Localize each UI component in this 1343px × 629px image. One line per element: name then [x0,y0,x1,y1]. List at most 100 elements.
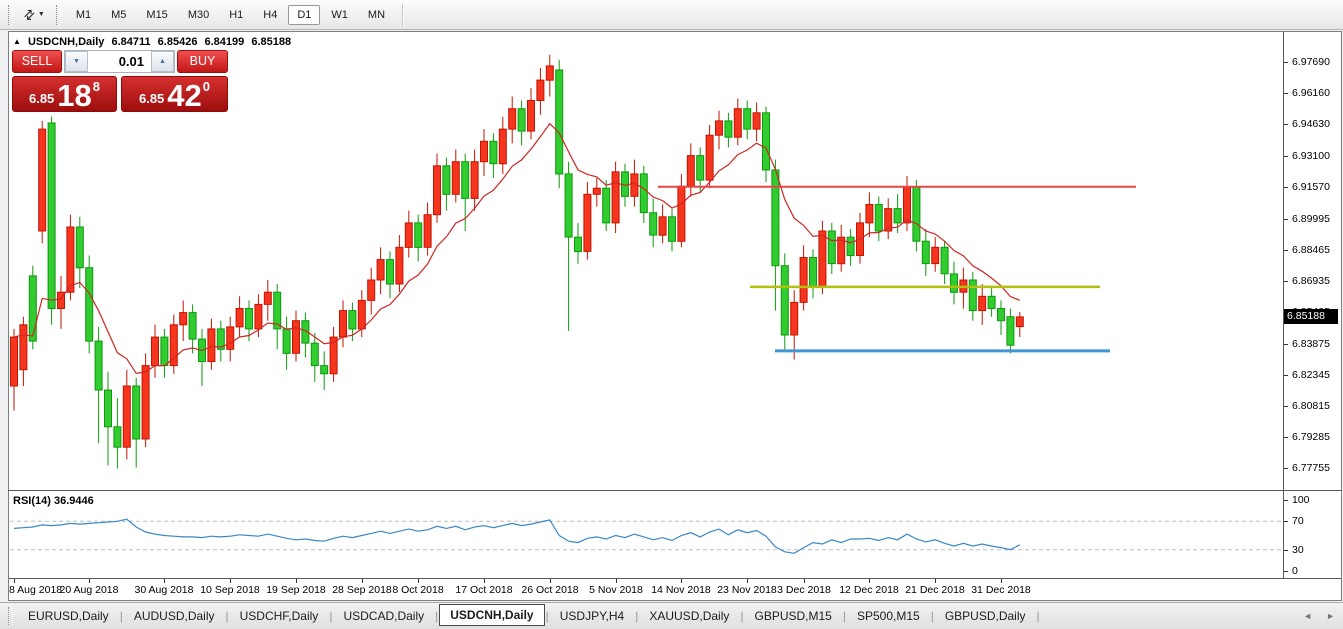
timeframe-button-d1[interactable]: D1 [288,5,320,25]
candle-body [546,66,553,80]
timeframe-button-m15[interactable]: M15 [137,5,176,25]
candle-body [875,205,882,232]
timeframe-button-m1[interactable]: M1 [67,5,100,25]
timeframe-button-w1[interactable]: W1 [322,5,357,25]
price-axis-label: 6.91570 [1292,181,1330,193]
candle-body [321,366,328,374]
timeframe-toolbar-grip[interactable] [56,5,61,25]
volume-input[interactable] [88,51,151,72]
candle-body [443,166,450,195]
toolbar-drag-grip[interactable] [8,5,13,25]
candle-body [772,170,779,266]
ohlc-open: 6.84711 [111,36,150,48]
candle-body [612,172,619,223]
sell-price-display[interactable]: 6.85 18 8 [12,76,117,112]
tab-bar-grip[interactable] [8,607,13,625]
price-axis-label: 6.86935 [1292,275,1330,287]
volume-increase-button[interactable]: ▲ [151,51,174,72]
candle-body [86,268,93,341]
candle-body [1016,317,1023,327]
candle-body [264,292,271,304]
rsi-separator[interactable] [8,490,1342,491]
price-axis-label: 6.77755 [1292,462,1330,474]
timeframe-button-m30[interactable]: M30 [179,5,218,25]
rsi-indicator-plot[interactable] [9,492,1283,578]
rsi-line [14,519,1020,553]
price-axis-tick [1284,62,1288,63]
buy-button[interactable]: BUY [177,50,228,73]
sell-button[interactable]: SELL [12,50,62,73]
candle-body [180,313,187,325]
buy-price-display[interactable]: 6.85 42 0 [121,76,228,112]
candle-body [161,337,168,366]
chart-tab-usdchf-daily[interactable]: USDCHF,Daily [230,605,329,627]
candle-body [828,231,835,264]
timeframe-button-h1[interactable]: H1 [220,5,252,25]
candle-body [725,121,732,137]
candle-body [593,188,600,194]
price-axis-tick [1284,468,1288,469]
candle-body [462,162,469,199]
rsi-axis-label: 0 [1292,565,1298,577]
chart-tab-audusd-daily[interactable]: AUDUSD,Daily [124,605,225,627]
candle-body [481,141,488,161]
price-axis-label: 6.79285 [1292,431,1330,443]
ohlc-close: 6.85188 [251,36,291,48]
tool-dropdown-caret-icon[interactable]: ▼ [38,11,45,18]
toolbar-separator [402,4,403,26]
candle-body [847,237,854,255]
price-axis-label: 6.89995 [1292,213,1330,225]
candle-body [810,258,817,287]
pointer-tool-group[interactable]: ⇄ ▼ [18,7,51,23]
candle-body [152,337,159,366]
collapse-arrow-icon[interactable]: ▲ [13,37,21,46]
date-axis[interactable]: 8 Aug 201820 Aug 201830 Aug 201810 Sep 2… [9,578,1341,600]
chart-tab-gbpusd-daily[interactable]: GBPUSD,Daily [935,605,1036,627]
ohlc-low: 6.84199 [205,36,245,48]
price-axis-tick [1284,406,1288,407]
tab-separator: | [1036,609,1041,623]
price-axis[interactable]: 6.976906.961606.946306.931006.915706.899… [1283,32,1341,490]
candle-body [340,311,347,338]
timeframe-button-h4[interactable]: H4 [254,5,286,25]
timeframe-button-m5[interactable]: M5 [102,5,135,25]
candle-body [537,80,544,100]
chart-tab-gbpusd-m15[interactable]: GBPUSD,M15 [744,605,841,627]
date-axis-tick [418,579,419,583]
candle-body [932,247,939,263]
chart-tab-sp500-m15[interactable]: SP500,M15 [847,605,930,627]
date-axis-tick [230,579,231,583]
candle-body [584,194,591,251]
tab-scroll-left-icon[interactable]: ◄ [1303,611,1312,621]
chart-tab-usdcnh-daily[interactable]: USDCNH,Daily [439,604,544,626]
chart-tab-usdcad-daily[interactable]: USDCAD,Daily [333,605,434,627]
candle-body [452,162,459,195]
candle-body [687,156,694,187]
chart-tab-usdjpy-h4[interactable]: USDJPY,H4 [550,605,634,627]
current-price-tag: 6.85188 [1284,309,1338,324]
candle-body [716,121,723,135]
price-axis-tick [1284,281,1288,282]
tab-scroll-right-icon[interactable]: ► [1326,611,1335,621]
chart-tab-xauusd-daily[interactable]: XAUUSD,Daily [639,605,739,627]
date-axis-label: 31 Dec 2018 [956,584,1046,596]
candle-body [734,109,741,138]
candle-body [998,309,1005,321]
price-axis-label: 6.88465 [1292,244,1330,256]
volume-decrease-button[interactable]: ▼ [65,51,88,72]
chart-title: ▲ USDCNH,Daily 6.84711 6.85426 6.84199 6… [13,36,295,48]
candle-body [368,280,375,300]
buy-price-sup: 0 [203,79,210,94]
candle-body [640,174,647,213]
price-axis-label: 6.82345 [1292,369,1330,381]
buy-price-base: 6.85 [139,91,164,106]
price-axis-label: 6.93100 [1292,150,1330,162]
chart-tab-eurusd-daily[interactable]: EURUSD,Daily [18,605,119,627]
rsi-axis[interactable]: 10070300 [1283,491,1341,578]
date-axis-tick [362,579,363,583]
candle-body [387,260,394,285]
timeframe-button-mn[interactable]: MN [359,5,394,25]
sync-arrows-icon: ⇄ [20,5,39,24]
candle-body [227,327,234,349]
candle-body [133,386,140,439]
